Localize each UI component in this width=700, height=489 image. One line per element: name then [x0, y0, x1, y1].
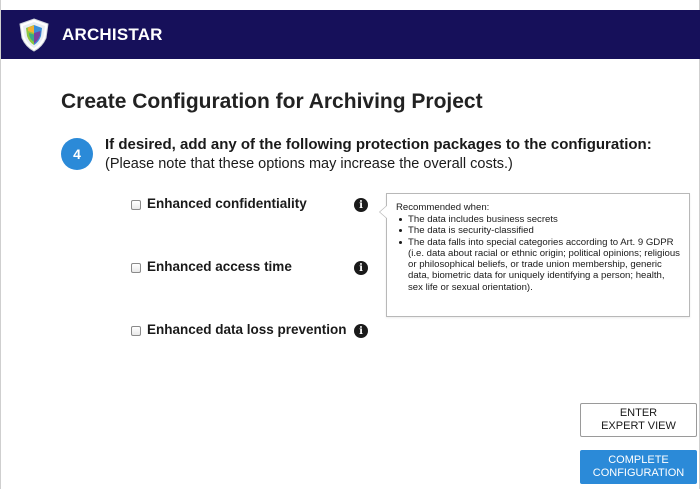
brand-name: ARCHISTAR — [62, 25, 163, 44]
top-navigation-bar: ARCHISTAR — [1, 10, 700, 59]
info-circle-icon[interactable]: i — [354, 198, 368, 212]
tooltip-title: Recommended when: — [396, 202, 490, 213]
option-enhanced-data-loss-prevention[interactable]: Enhanced data loss prevention — [131, 322, 347, 340]
info-circle-icon[interactable]: i — [354, 324, 368, 338]
tooltip-list: The data includes business secrets The d… — [396, 214, 681, 293]
info-circle-icon[interactable]: i — [354, 261, 368, 275]
page-title: Create Configuration for Archiving Proje… — [61, 90, 483, 113]
app-window: ARCHISTAR Create Configuration for Archi… — [0, 0, 700, 489]
tooltip-arrow-fill — [380, 205, 388, 219]
tooltip-list-item: The data falls into special categories a… — [398, 237, 681, 293]
enhanced-confidentiality-checkbox[interactable] — [131, 200, 141, 210]
complete-configuration-button[interactable]: COMPLETE CONFIGURATION — [580, 450, 697, 484]
option-enhanced-access-time[interactable]: Enhanced access time — [131, 259, 292, 277]
tooltip-list-item: The data includes business secrets — [398, 214, 681, 225]
option-enhanced-confidentiality[interactable]: Enhanced confidentiality — [131, 196, 307, 214]
shield-logo-icon — [19, 18, 49, 52]
step-note: (Please note that these options may incr… — [105, 156, 513, 172]
option-label[interactable]: Enhanced access time — [147, 259, 292, 274]
option-label[interactable]: Enhanced data loss prevention — [147, 322, 347, 337]
enhanced-access-time-checkbox[interactable] — [131, 263, 141, 273]
step-heading: If desired, add any of the following pro… — [105, 136, 652, 153]
recommendation-tooltip: Recommended when: The data includes busi… — [379, 193, 690, 317]
step-number-badge: 4 — [61, 138, 93, 170]
enhanced-data-loss-prevention-checkbox[interactable] — [131, 326, 141, 336]
tooltip-list-item: The data is security-classified — [398, 225, 681, 236]
option-label[interactable]: Enhanced confidentiality — [147, 196, 307, 211]
enter-expert-view-button[interactable]: ENTER EXPERT VIEW — [580, 403, 697, 437]
